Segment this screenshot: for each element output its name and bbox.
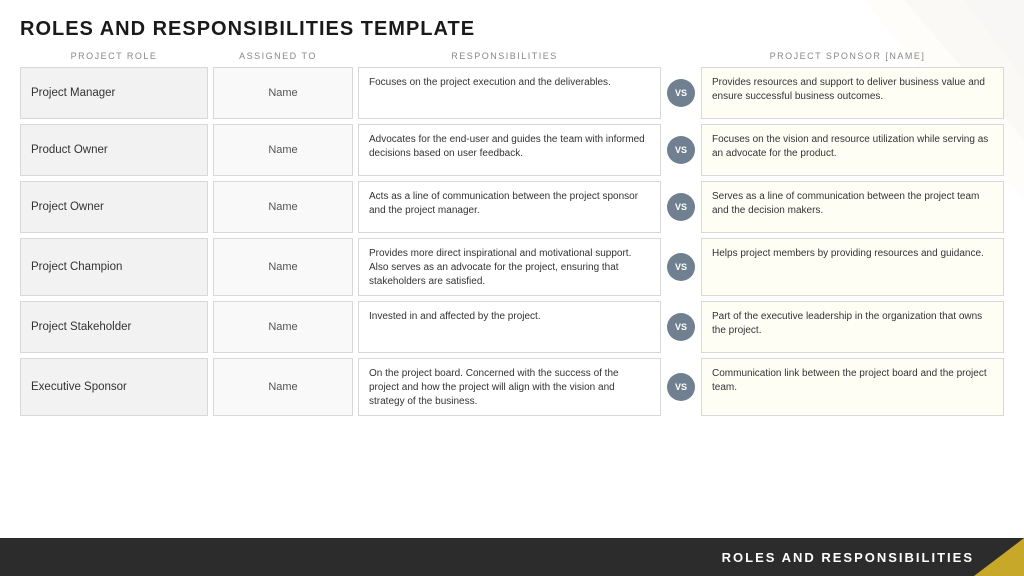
- role-row-executive-sponsor: Executive Sponsor Name On the project bo…: [20, 358, 1004, 416]
- vs-badge-project-champion: VS: [667, 253, 695, 281]
- vs-badge-project-stakeholder: VS: [667, 313, 695, 341]
- cell-sponsor-project-manager: Provides resources and support to delive…: [701, 67, 1004, 119]
- cell-vs-project-stakeholder: VS: [666, 301, 696, 353]
- cell-responsibility-project-owner: Acts as a line of communication between …: [358, 181, 661, 233]
- cell-vs-executive-sponsor: VS: [666, 358, 696, 416]
- cell-sponsor-project-stakeholder: Part of the executive leadership in the …: [701, 301, 1004, 353]
- cell-name-project-owner: Name: [213, 181, 353, 233]
- vs-badge-project-manager: VS: [667, 79, 695, 107]
- cell-vs-product-owner: VS: [666, 124, 696, 176]
- content-area: ROLES AND RESPONSIBILITIES TEMPLATE PROJ…: [0, 0, 1024, 426]
- col-header-sponsor: PROJECT SPONSOR [NAME]: [691, 51, 1004, 61]
- cell-sponsor-project-owner: Serves as a line of communication betwee…: [701, 181, 1004, 233]
- cell-name-executive-sponsor: Name: [213, 358, 353, 416]
- col-header-role: PROJECT ROLE: [20, 51, 208, 61]
- cell-role-project-owner: Project Owner: [20, 181, 208, 233]
- col-header-responsibilities: RESPONSIBILITIES: [348, 51, 661, 61]
- cell-sponsor-executive-sponsor: Communication link between the project b…: [701, 358, 1004, 416]
- cell-role-project-champion: Project Champion: [20, 238, 208, 296]
- cell-responsibility-product-owner: Advocates for the end-user and guides th…: [358, 124, 661, 176]
- cell-role-executive-sponsor: Executive Sponsor: [20, 358, 208, 416]
- cell-name-project-stakeholder: Name: [213, 301, 353, 353]
- role-row-project-champion: Project Champion Name Provides more dire…: [20, 238, 1004, 296]
- cell-name-product-owner: Name: [213, 124, 353, 176]
- cell-responsibility-project-champion: Provides more direct inspirational and m…: [358, 238, 661, 296]
- cell-sponsor-project-champion: Helps project members by providing resou…: [701, 238, 1004, 296]
- footer-label: ROLES AND RESPONSIBILITIES: [722, 550, 974, 565]
- column-headers: PROJECT ROLE ASSIGNED TO RESPONSIBILITIE…: [20, 51, 1004, 61]
- role-row-project-owner: Project Owner Name Acts as a line of com…: [20, 181, 1004, 233]
- cell-role-project-manager: Project Manager: [20, 67, 208, 119]
- vs-badge-product-owner: VS: [667, 136, 695, 164]
- cell-name-project-manager: Name: [213, 67, 353, 119]
- cell-vs-project-owner: VS: [666, 181, 696, 233]
- cell-vs-project-manager: VS: [666, 67, 696, 119]
- page-title: ROLES AND RESPONSIBILITIES TEMPLATE: [20, 18, 1004, 41]
- cell-responsibility-executive-sponsor: On the project board. Concerned with the…: [358, 358, 661, 416]
- cell-responsibility-project-stakeholder: Invested in and affected by the project.: [358, 301, 661, 353]
- vs-badge-executive-sponsor: VS: [667, 373, 695, 401]
- cell-role-project-stakeholder: Project Stakeholder: [20, 301, 208, 353]
- cell-responsibility-project-manager: Focuses on the project execution and the…: [358, 67, 661, 119]
- role-row-project-stakeholder: Project Stakeholder Name Invested in and…: [20, 301, 1004, 353]
- vs-badge-project-owner: VS: [667, 193, 695, 221]
- col-header-assigned: ASSIGNED TO: [208, 51, 348, 61]
- col-header-vs-spacer: [661, 51, 691, 61]
- rows-container: Project Manager Name Focuses on the proj…: [20, 67, 1004, 416]
- cell-role-product-owner: Product Owner: [20, 124, 208, 176]
- cell-name-project-champion: Name: [213, 238, 353, 296]
- footer-bar: ROLES AND RESPONSIBILITIES: [0, 538, 1024, 576]
- footer-accent: [974, 538, 1024, 576]
- role-row-project-manager: Project Manager Name Focuses on the proj…: [20, 67, 1004, 119]
- role-row-product-owner: Product Owner Name Advocates for the end…: [20, 124, 1004, 176]
- cell-sponsor-product-owner: Focuses on the vision and resource utili…: [701, 124, 1004, 176]
- main-container: ROLES AND RESPONSIBILITIES TEMPLATE PROJ…: [0, 0, 1024, 576]
- cell-vs-project-champion: VS: [666, 238, 696, 296]
